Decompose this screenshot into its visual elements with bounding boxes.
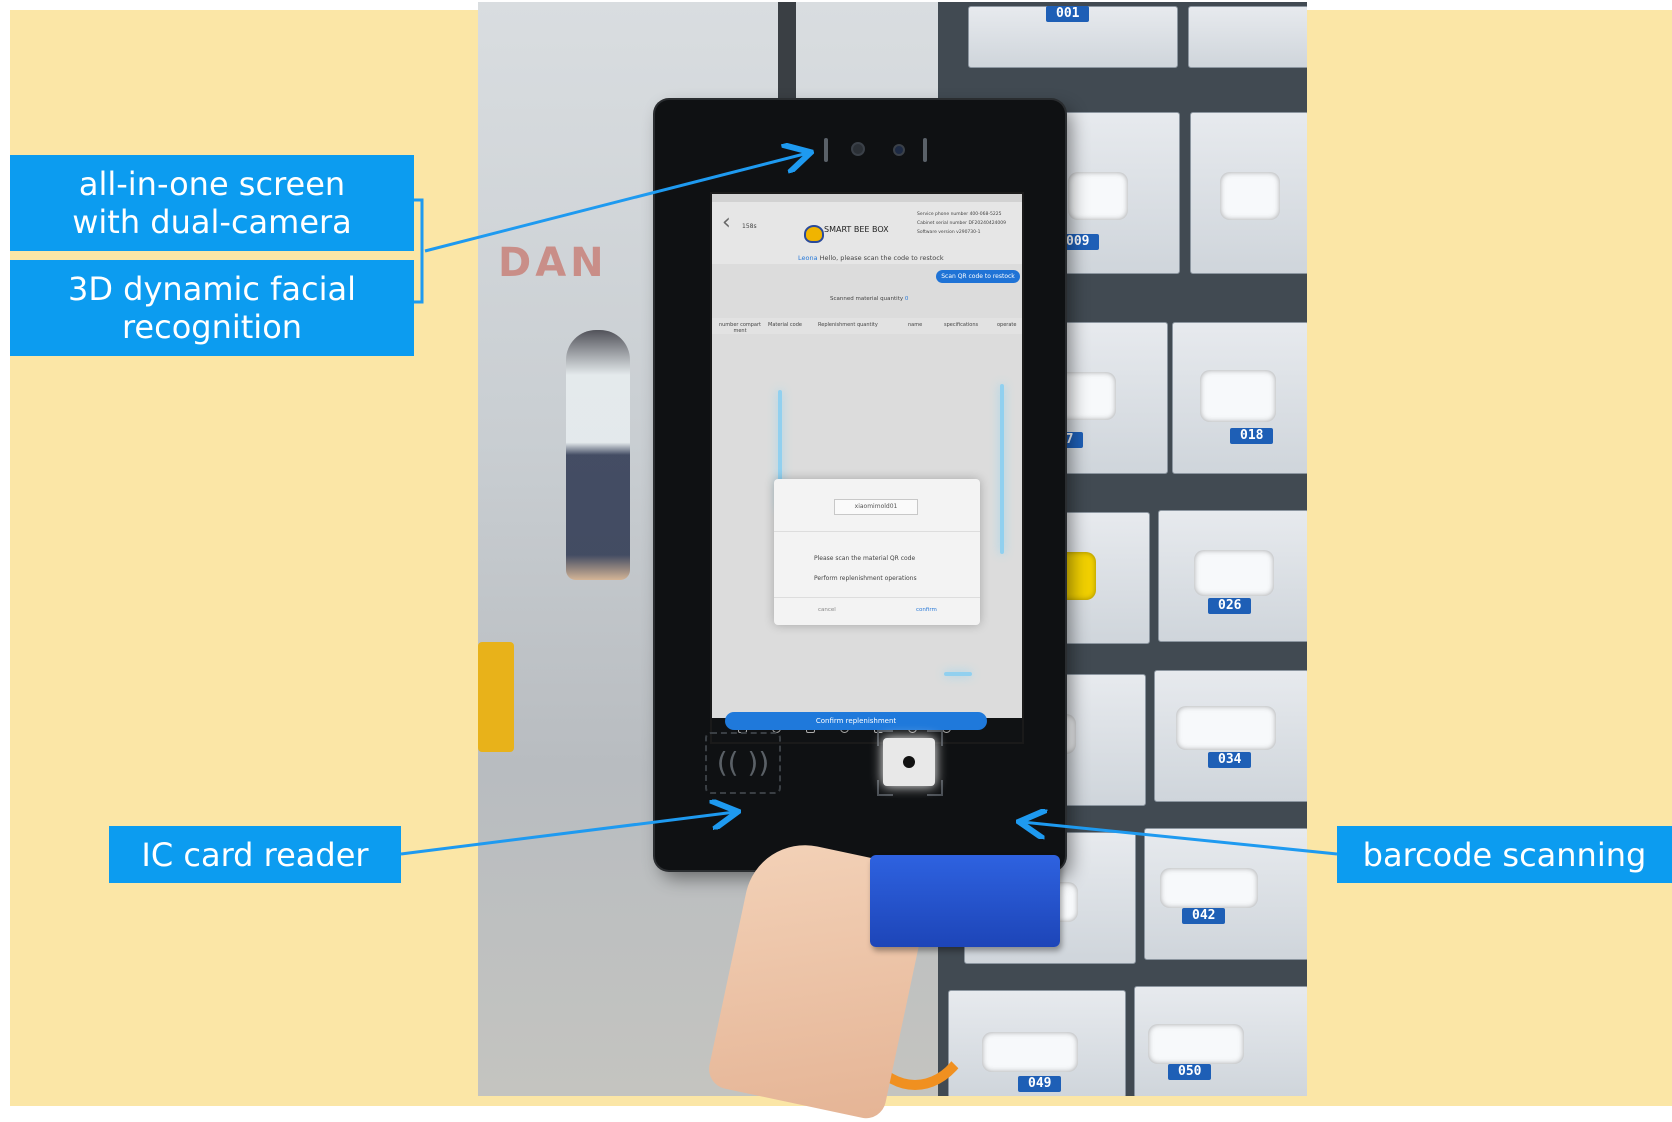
dialog-message: Please scan the material QR code xyxy=(814,555,916,562)
dialog-cancel-button[interactable]: cancel xyxy=(818,607,836,613)
locker-slot xyxy=(1200,370,1276,422)
greeting-text: Hello, please scan the code to restock xyxy=(819,254,944,262)
callout-all-in-one-screen: all-in-one screen with dual-camera xyxy=(10,155,414,251)
scan-qr-button[interactable]: Scan QR code to restock xyxy=(936,270,1020,283)
locker-number: 026 xyxy=(1208,598,1252,614)
brand-name: SMART BEE BOX xyxy=(824,225,889,234)
back-arrow-icon[interactable]: ‹ xyxy=(722,210,731,235)
locker-number: 049 xyxy=(1018,1076,1062,1092)
device-screen[interactable]: ‹ 158s SMART BEE BOX Service phone numbe… xyxy=(710,192,1024,744)
greeting-name: Leona xyxy=(798,254,818,262)
locker-number: 034 xyxy=(1208,752,1252,768)
dialog-confirm-button[interactable]: confirm xyxy=(916,607,937,613)
locker-slot xyxy=(1194,550,1274,596)
status-bar xyxy=(712,194,1022,202)
locker-number: 001 xyxy=(1046,6,1090,22)
bee-logo-icon xyxy=(804,225,824,243)
column-header: number compart ment xyxy=(718,322,762,334)
countdown-label: 158s xyxy=(742,223,757,230)
replenish-dialog: xiaomimold01 Please scan the material QR… xyxy=(774,479,980,625)
scanned-label: Scanned material quantity xyxy=(830,296,904,302)
camera-led-icon xyxy=(824,138,828,162)
software-version: Software version v290730-1 xyxy=(917,230,981,235)
locker-slot xyxy=(982,1032,1078,1072)
service-phone: Service phone number 400-068-5225 xyxy=(917,212,1002,217)
locker-door xyxy=(1188,6,1307,68)
greeting: Leona Hello, please scan the code to res… xyxy=(798,254,944,262)
callout-ic-card-reader: IC card reader xyxy=(109,826,401,883)
column-header: specifications xyxy=(944,322,979,328)
locker-slot xyxy=(1176,706,1276,750)
locker-number: 050 xyxy=(1168,1064,1212,1080)
reflected-sign: DAN xyxy=(498,240,608,286)
nfc-icon: (( )) xyxy=(716,746,770,779)
dialog-divider xyxy=(774,597,980,598)
dialog-user-field[interactable]: xiaomimold01 xyxy=(834,499,918,515)
callout-text: with dual-camera xyxy=(72,203,352,241)
locker-slot xyxy=(1148,1024,1244,1064)
kiosk-device: ‹ 158s SMART BEE BOX Service phone numbe… xyxy=(655,100,1065,870)
locker-slot xyxy=(1160,868,1258,908)
cabinet-serial: Cabinet serial number DF20240424009 xyxy=(917,221,1007,226)
column-header: operate xyxy=(997,322,1017,328)
column-header: Material code xyxy=(768,322,802,328)
locker-number: 042 xyxy=(1182,908,1226,924)
callout-text: 3D dynamic facial xyxy=(68,270,356,308)
callout-text: all-in-one screen xyxy=(78,165,346,203)
callout-barcode-scanning: barcode scanning xyxy=(1337,826,1672,883)
scanned-value: 0 xyxy=(904,296,909,302)
camera-lens-icon xyxy=(851,142,865,156)
camera-lens-icon xyxy=(893,144,905,156)
ic-card-reader-pad[interactable]: (( )) xyxy=(705,732,781,794)
confirm-replenishment-button[interactable]: Confirm replenishment xyxy=(725,712,987,730)
callout-text: recognition xyxy=(121,308,303,346)
callout-facial-recognition: 3D dynamic facial recognition xyxy=(10,260,414,356)
barcode-scanner-window[interactable] xyxy=(883,738,935,786)
locker-slot xyxy=(1220,172,1280,220)
locker-number: 018 xyxy=(1230,428,1274,444)
dialog-divider xyxy=(774,531,980,532)
screen-glare xyxy=(944,672,972,676)
locker-slot xyxy=(1068,172,1128,220)
dialog-message: Perform replenishment operations xyxy=(814,575,917,582)
column-header: Replenishment quantity xyxy=(818,322,878,328)
camera-led-icon xyxy=(923,138,927,162)
blue-ic-card xyxy=(870,855,1060,947)
scanned-quantity: Scanned material quantity 0 xyxy=(830,296,908,302)
screen-glare xyxy=(1000,384,1004,554)
column-header: name xyxy=(908,322,923,328)
reflected-person xyxy=(566,330,630,580)
yellow-cart xyxy=(478,642,514,752)
